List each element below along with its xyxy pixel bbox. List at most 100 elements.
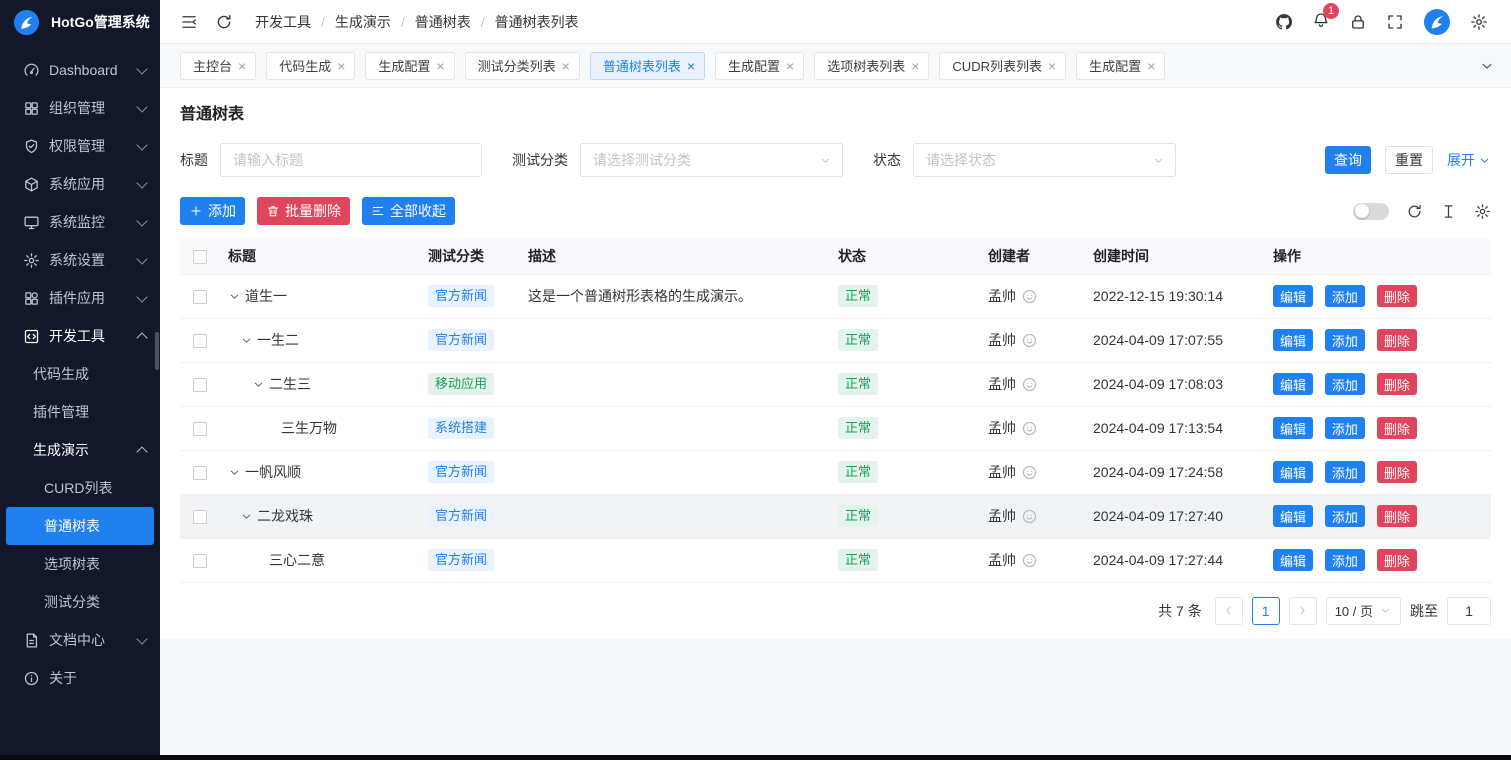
collapse-all-button[interactable]: 全部收起 bbox=[362, 197, 455, 225]
sidebar-item[interactable]: 插件管理 bbox=[0, 393, 160, 431]
table-striped-toggle[interactable] bbox=[1353, 203, 1389, 220]
sidebar-item[interactable]: 普通树表 bbox=[6, 507, 154, 545]
filter-input[interactable] bbox=[220, 143, 482, 177]
row-add-button[interactable]: 添加 bbox=[1325, 285, 1365, 307]
expand-row-icon[interactable] bbox=[228, 466, 241, 479]
fullscreen-icon[interactable] bbox=[1386, 13, 1404, 31]
tab[interactable]: 选项树表列表 × bbox=[814, 52, 929, 80]
tab[interactable]: 主控台 × bbox=[180, 52, 256, 80]
tab-close-icon[interactable]: × bbox=[562, 59, 570, 73]
expand-row-icon[interactable] bbox=[228, 290, 241, 303]
row-delete-button[interactable]: 删除 bbox=[1377, 461, 1417, 483]
row-delete-button[interactable]: 删除 bbox=[1377, 505, 1417, 527]
sidebar-item[interactable]: 代码生成 bbox=[0, 355, 160, 393]
table-refresh-icon[interactable] bbox=[1406, 203, 1423, 220]
row-checkbox[interactable] bbox=[193, 378, 207, 392]
row-delete-button[interactable]: 删除 bbox=[1377, 373, 1417, 395]
sidebar-item[interactable]: 测试分类 bbox=[0, 583, 160, 621]
row-delete-button[interactable]: 删除 bbox=[1377, 417, 1417, 439]
table-density-icon[interactable] bbox=[1440, 203, 1457, 220]
sidebar-item[interactable]: 系统应用 bbox=[0, 165, 160, 203]
sidebar-item[interactable]: 开发工具 bbox=[0, 317, 160, 355]
refresh-page-icon[interactable] bbox=[215, 13, 233, 31]
sidebar-item[interactable]: 插件应用 bbox=[0, 279, 160, 317]
row-checkbox[interactable] bbox=[193, 510, 207, 524]
sidebar-scrollbar[interactable] bbox=[155, 332, 159, 370]
tab-close-icon[interactable]: × bbox=[238, 59, 246, 73]
row-edit-button[interactable]: 编辑 bbox=[1273, 549, 1313, 571]
row-add-button[interactable]: 添加 bbox=[1325, 329, 1365, 351]
table-columns-settings-icon[interactable] bbox=[1474, 203, 1491, 220]
row-add-button[interactable]: 添加 bbox=[1325, 461, 1365, 483]
tab-close-icon[interactable]: × bbox=[337, 59, 345, 73]
row-checkbox[interactable] bbox=[193, 334, 207, 348]
sidebar-item[interactable]: 系统监控 bbox=[0, 203, 160, 241]
search-button[interactable]: 查询 bbox=[1325, 146, 1371, 174]
row-checkbox[interactable] bbox=[193, 422, 207, 436]
tab[interactable]: CUDR列表列表 × bbox=[939, 52, 1066, 80]
sidebar-item[interactable]: 关于 bbox=[0, 659, 160, 697]
prev-page-button[interactable] bbox=[1215, 597, 1243, 625]
breadcrumb-item[interactable]: 开发工具 bbox=[255, 12, 335, 32]
tab-close-icon[interactable]: × bbox=[1048, 59, 1056, 73]
row-edit-button[interactable]: 编辑 bbox=[1273, 417, 1313, 439]
tab-close-icon[interactable]: × bbox=[687, 59, 695, 73]
sidebar-item[interactable]: 文档中心 bbox=[0, 621, 160, 659]
filter-select[interactable]: 请选择状态 bbox=[913, 143, 1176, 177]
jump-page-input[interactable] bbox=[1447, 597, 1491, 625]
reset-button[interactable]: 重置 bbox=[1385, 146, 1433, 174]
tab-close-icon[interactable]: × bbox=[911, 59, 919, 73]
tab-close-icon[interactable]: × bbox=[786, 59, 794, 73]
row-checkbox[interactable] bbox=[193, 466, 207, 480]
row-add-button[interactable]: 添加 bbox=[1325, 373, 1365, 395]
row-checkbox[interactable] bbox=[193, 290, 207, 304]
batch-delete-button[interactable]: 批量删除 bbox=[257, 197, 350, 225]
sidebar-item[interactable]: CURD列表 bbox=[0, 469, 160, 507]
row-edit-button[interactable]: 编辑 bbox=[1273, 373, 1313, 395]
tab[interactable]: 生成配置 × bbox=[1076, 52, 1165, 80]
tab[interactable]: 生成配置 × bbox=[365, 52, 454, 80]
notification-button[interactable]: 1 bbox=[1312, 11, 1330, 32]
expand-row-icon[interactable] bbox=[240, 334, 253, 347]
select-all-checkbox[interactable] bbox=[193, 250, 207, 264]
sidebar-item[interactable]: 组织管理 bbox=[0, 89, 160, 127]
expand-row-icon[interactable] bbox=[240, 510, 253, 523]
sidebar-item[interactable]: 系统设置 bbox=[0, 241, 160, 279]
tab[interactable]: 普通树表列表 × bbox=[590, 52, 705, 80]
tab-close-icon[interactable]: × bbox=[436, 59, 444, 73]
page-size-select[interactable]: 10 / 页 bbox=[1326, 597, 1401, 625]
row-delete-button[interactable]: 删除 bbox=[1377, 329, 1417, 351]
tab[interactable]: 生成配置 × bbox=[715, 52, 804, 80]
row-checkbox[interactable] bbox=[193, 554, 207, 568]
breadcrumb-item[interactable]: 普通树表 bbox=[415, 12, 495, 32]
row-add-button[interactable]: 添加 bbox=[1325, 505, 1365, 527]
github-icon[interactable] bbox=[1275, 13, 1293, 31]
row-add-button[interactable]: 添加 bbox=[1325, 549, 1365, 571]
sidebar-item[interactable]: 生成演示 bbox=[0, 431, 160, 469]
tab[interactable]: 代码生成 × bbox=[266, 52, 355, 80]
page-number-button[interactable]: 1 bbox=[1252, 597, 1280, 625]
row-edit-button[interactable]: 编辑 bbox=[1273, 329, 1313, 351]
sidebar-item[interactable]: 选项树表 bbox=[0, 545, 160, 583]
tabs-dropdown-icon[interactable] bbox=[1479, 58, 1495, 74]
add-button[interactable]: 添加 bbox=[180, 197, 245, 225]
sidebar-item[interactable]: 权限管理 bbox=[0, 127, 160, 165]
row-add-button[interactable]: 添加 bbox=[1325, 417, 1365, 439]
next-page-button[interactable] bbox=[1289, 597, 1317, 625]
expand-filters-link[interactable]: 展开 bbox=[1447, 150, 1491, 170]
row-delete-button[interactable]: 删除 bbox=[1377, 549, 1417, 571]
filter-select[interactable]: 请选择测试分类 bbox=[580, 143, 843, 177]
breadcrumb-item[interactable]: 生成演示 bbox=[335, 12, 415, 32]
sidebar-item[interactable]: Dashboard bbox=[0, 51, 160, 89]
collapse-sidebar-icon[interactable] bbox=[180, 13, 198, 31]
row-delete-button[interactable]: 删除 bbox=[1377, 285, 1417, 307]
tab[interactable]: 测试分类列表 × bbox=[465, 52, 580, 80]
expand-row-icon[interactable] bbox=[252, 378, 265, 391]
settings-gear-icon[interactable] bbox=[1470, 13, 1488, 31]
row-edit-button[interactable]: 编辑 bbox=[1273, 285, 1313, 307]
row-edit-button[interactable]: 编辑 bbox=[1273, 461, 1313, 483]
row-edit-button[interactable]: 编辑 bbox=[1273, 505, 1313, 527]
user-avatar[interactable] bbox=[1423, 8, 1451, 36]
lock-screen-icon[interactable] bbox=[1349, 13, 1367, 31]
tab-close-icon[interactable]: × bbox=[1147, 59, 1155, 73]
